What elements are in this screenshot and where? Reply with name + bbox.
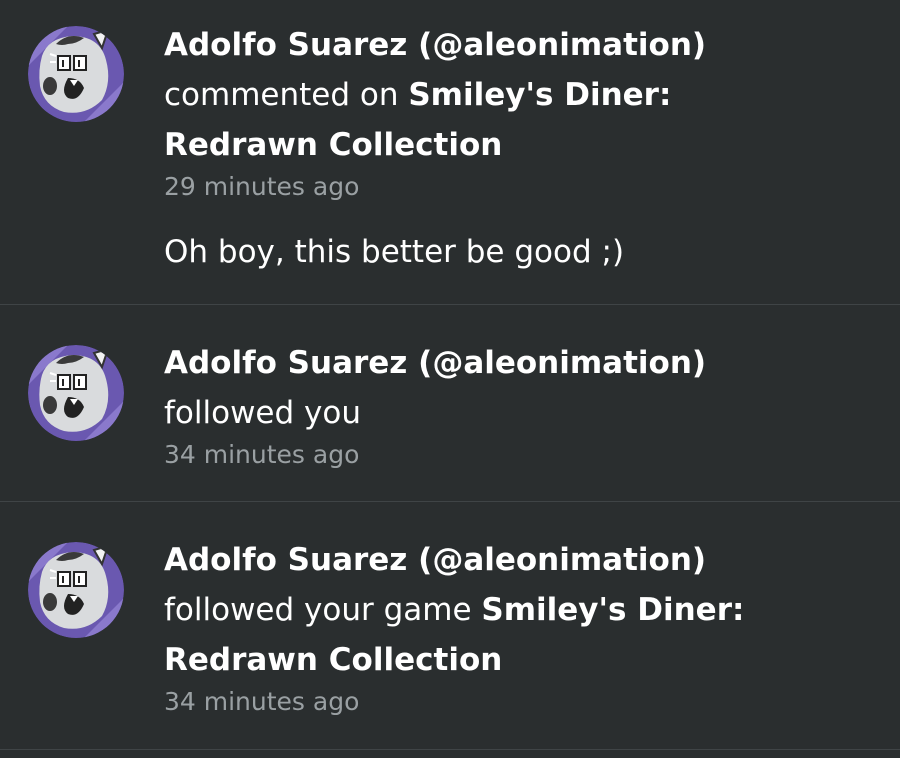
user-avatar[interactable]: [28, 542, 124, 638]
notification-content: Adolfo Suarez (@aleonimation) followed y…: [164, 535, 880, 721]
user-avatar[interactable]: [28, 345, 124, 441]
notification-item[interactable]: Adolfo Suarez (@aleonimation) commented …: [0, 0, 900, 305]
game-title-link[interactable]: Smiley's Diner:: [481, 592, 744, 628]
cartoon-character-avatar-icon: [28, 26, 124, 122]
user-name-link[interactable]: Adolfo Suarez (@aleonimation): [164, 535, 880, 585]
timestamp: 34 minutes ago: [164, 440, 360, 469]
notification-content: Adolfo Suarez (@aleonimation) commented …: [164, 20, 880, 274]
notification-text: followed your game Smiley's Diner:: [164, 585, 880, 635]
notification-item[interactable]: Adolfo Suarez (@aleonimation) followed y…: [0, 305, 900, 502]
notification-text: commented on Smiley's Diner:: [164, 70, 880, 120]
user-avatar[interactable]: [28, 26, 124, 122]
notification-content: Adolfo Suarez (@aleonimation) followed y…: [164, 338, 880, 474]
cartoon-character-avatar-icon: [28, 345, 124, 441]
action-text: followed your game: [164, 592, 472, 628]
game-title-link-continued[interactable]: Redrawn Collection: [164, 635, 880, 685]
game-title-link[interactable]: Smiley's Diner:: [408, 77, 671, 113]
game-title-link-continued[interactable]: Redrawn Collection: [164, 120, 880, 170]
action-text: commented on: [164, 77, 399, 113]
notification-feed: Adolfo Suarez (@aleonimation) commented …: [0, 0, 900, 758]
user-name-link[interactable]: Adolfo Suarez (@aleonimation): [164, 338, 880, 388]
action-text: followed you: [164, 395, 361, 431]
timestamp: 34 minutes ago: [164, 687, 360, 716]
user-name-link[interactable]: Adolfo Suarez (@aleonimation): [164, 20, 880, 70]
cartoon-character-avatar-icon: [28, 542, 124, 638]
comment-text: Oh boy, this better be good ;): [164, 234, 625, 270]
timestamp: 29 minutes ago: [164, 172, 360, 201]
notification-item[interactable]: Adolfo Suarez (@aleonimation) followed y…: [0, 502, 900, 750]
